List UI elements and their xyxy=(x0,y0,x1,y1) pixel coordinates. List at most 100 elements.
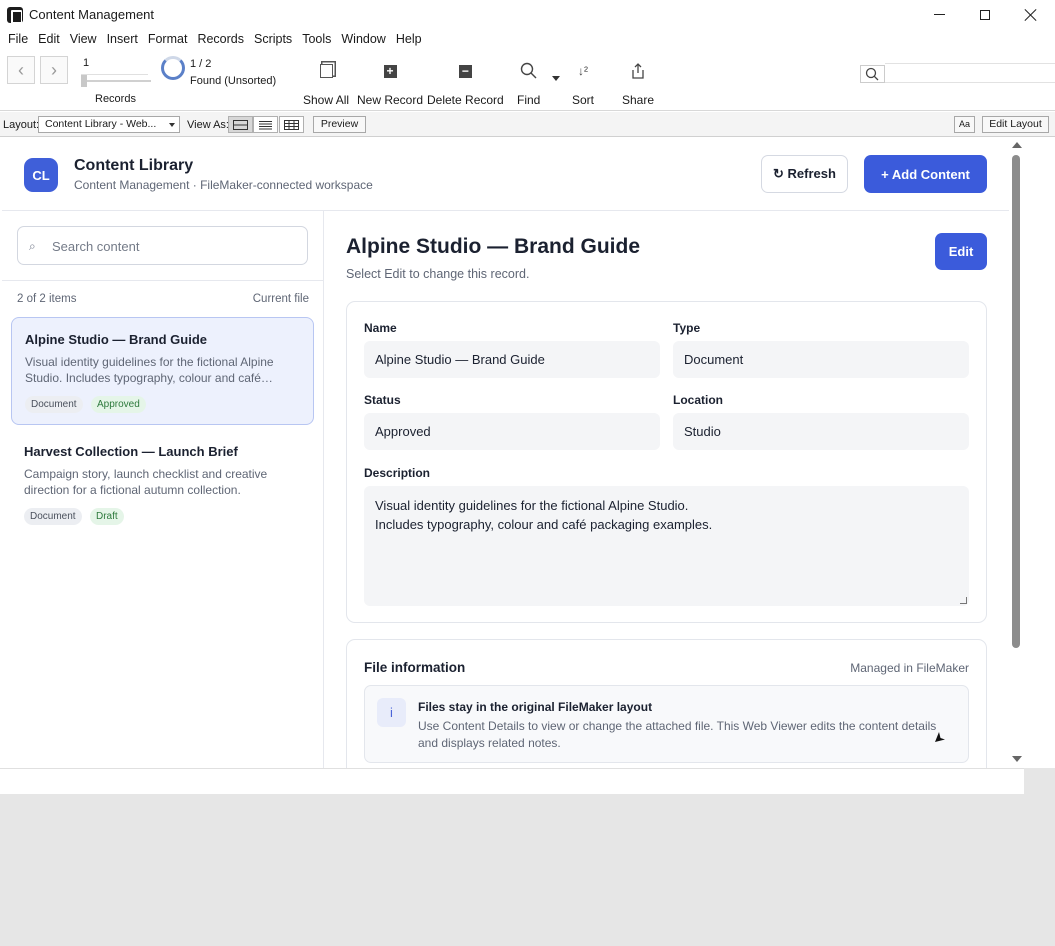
description-line: Visual identity guidelines for the ficti… xyxy=(375,498,689,513)
maximize-icon xyxy=(980,9,990,20)
menu-bar: File Edit View Insert Format Records Scr… xyxy=(0,29,1055,49)
status-area xyxy=(0,768,1024,794)
menu-tools[interactable]: Tools xyxy=(297,32,336,46)
close-button[interactable] xyxy=(1008,0,1054,29)
file-information-title: File information xyxy=(364,660,466,675)
window-background xyxy=(0,794,1055,946)
current-record-field[interactable]: 1 xyxy=(81,57,148,75)
type-badge: Document xyxy=(25,396,83,413)
window-title: Content Management xyxy=(29,7,155,22)
preview-button[interactable]: Preview xyxy=(313,116,366,133)
view-as-table-button[interactable] xyxy=(279,116,304,133)
list-item-description: Visual identity guidelines for the ficti… xyxy=(25,355,274,385)
refresh-button[interactable]: ↻ Refresh xyxy=(761,155,848,193)
notice-text: Use Content Details to view or change th… xyxy=(418,719,937,750)
search-icon xyxy=(519,61,539,81)
menu-insert[interactable]: Insert xyxy=(102,32,143,46)
type-badge: Document xyxy=(24,508,82,525)
delete-record-button[interactable]: − Delete Record xyxy=(427,61,504,107)
show-all-button[interactable]: Show All xyxy=(303,61,349,107)
current-file-label: Current file xyxy=(252,293,309,305)
menu-records[interactable]: Records xyxy=(192,32,249,46)
found-status: Found (Unsorted) xyxy=(190,75,277,87)
layout-bar: Layout: Content Library - Web... View As… xyxy=(0,112,1055,137)
location-field[interactable]: Studio xyxy=(673,413,969,450)
status-field[interactable]: Approved xyxy=(364,413,660,450)
quick-find-input[interactable] xyxy=(885,63,1055,83)
description-field[interactable]: Visual identity guidelines for the ficti… xyxy=(364,486,969,606)
scroll-down-arrow-icon[interactable] xyxy=(1012,756,1022,762)
quick-find-search-icon[interactable] xyxy=(860,65,885,83)
managed-label: Managed in FileMaker xyxy=(850,661,969,675)
divider xyxy=(2,280,324,281)
window-background xyxy=(1024,768,1055,794)
scrollbar-thumb[interactable] xyxy=(1012,155,1020,648)
record-detail: Alpine Studio — Brand Guide Select Edit … xyxy=(325,211,1009,768)
viewer-scrollbar[interactable] xyxy=(1009,138,1024,768)
sort-icon: ↓² xyxy=(578,64,588,78)
scroll-up-arrow-icon[interactable] xyxy=(1012,142,1022,148)
name-field[interactable]: Alpine Studio — Brand Guide xyxy=(364,341,660,378)
file-information-card: File information Managed in FileMaker i … xyxy=(346,639,987,768)
menu-view[interactable]: View xyxy=(65,32,102,46)
view-as-list-button[interactable] xyxy=(253,116,278,133)
record-fields-card: Name Alpine Studio — Brand Guide Type Do… xyxy=(346,301,987,623)
view-as-label: View As: xyxy=(187,119,229,131)
chevron-left-icon: ‹ xyxy=(18,59,24,80)
resize-handle-icon[interactable] xyxy=(960,597,967,604)
app-subtitle: Content Management · FileMaker-connected… xyxy=(74,178,373,192)
menu-scripts[interactable]: Scripts xyxy=(249,32,297,46)
status-badge: Draft xyxy=(90,508,124,525)
menu-file[interactable]: File xyxy=(3,32,33,46)
info-icon: i xyxy=(377,698,406,727)
new-record-button[interactable]: + New Record xyxy=(357,61,423,107)
sort-button[interactable]: ↓² Sort xyxy=(572,61,594,107)
list-item-harvest-collection[interactable]: Harvest Collection — Launch Brief Campai… xyxy=(11,430,314,538)
items-count: 2 of 2 items xyxy=(17,293,77,305)
type-field[interactable]: Document xyxy=(673,341,969,378)
found-set-pie-icon xyxy=(161,56,185,80)
find-dropdown-icon[interactable] xyxy=(552,76,560,81)
next-record-button[interactable]: › xyxy=(40,56,68,84)
previous-record-button[interactable]: ‹ xyxy=(7,56,35,84)
app-title: Content Library xyxy=(74,157,194,174)
status-label: Status xyxy=(364,393,401,407)
search-input[interactable]: ⌕ Search content xyxy=(17,226,308,265)
layout-label: Layout: xyxy=(3,119,40,131)
content-sidebar: ⌕ Search content 2 of 2 items Current fi… xyxy=(2,211,324,768)
add-content-button[interactable]: + Add Content xyxy=(864,155,987,193)
form-view-icon xyxy=(233,119,248,130)
record-slider[interactable] xyxy=(81,80,151,82)
list-item-alpine-studio[interactable]: Alpine Studio — Brand Guide Visual ident… xyxy=(11,317,314,425)
table-view-icon xyxy=(284,119,299,130)
record-slider-handle[interactable] xyxy=(81,75,87,87)
menu-help[interactable]: Help xyxy=(391,32,427,46)
title-bar: Content Management xyxy=(0,0,1055,29)
status-toolbar: ‹ › 1 Records 1 / 2 Found (Unsorted) Sho… xyxy=(0,49,1055,111)
notice-title: Files stay in the original FileMaker lay… xyxy=(418,700,653,714)
layout-select[interactable]: Content Library - Web... xyxy=(38,116,180,133)
chevron-right-icon: › xyxy=(51,59,57,80)
edit-button[interactable]: Edit xyxy=(935,233,987,270)
close-icon xyxy=(1025,9,1037,21)
mouse-cursor-icon xyxy=(935,732,945,742)
minimize-button[interactable] xyxy=(916,0,962,29)
list-item-title: Harvest Collection — Launch Brief xyxy=(24,444,238,459)
record-hint: Select Edit to change this record. xyxy=(346,267,530,281)
view-as-form-button[interactable] xyxy=(228,116,253,133)
app-header: CL Content Library Content Management · … xyxy=(2,138,1009,211)
font-size-button[interactable]: Aa xyxy=(954,116,975,133)
minus-square-icon: − xyxy=(455,61,475,81)
menu-window[interactable]: Window xyxy=(336,32,390,46)
share-button[interactable]: Share xyxy=(622,61,654,107)
plus-square-icon: + xyxy=(380,61,400,81)
list-item-description: Campaign story, launch checklist and cre… xyxy=(24,467,268,497)
edit-layout-button[interactable]: Edit Layout xyxy=(982,116,1049,133)
menu-format[interactable]: Format xyxy=(143,32,193,46)
file-notice: i Files stay in the original FileMaker l… xyxy=(364,685,969,763)
web-viewer: CL Content Library Content Management · … xyxy=(2,138,1009,768)
maximize-button[interactable] xyxy=(962,0,1008,29)
records-label: Records xyxy=(95,93,136,105)
menu-edit[interactable]: Edit xyxy=(33,32,65,46)
find-button[interactable]: Find xyxy=(517,61,540,107)
